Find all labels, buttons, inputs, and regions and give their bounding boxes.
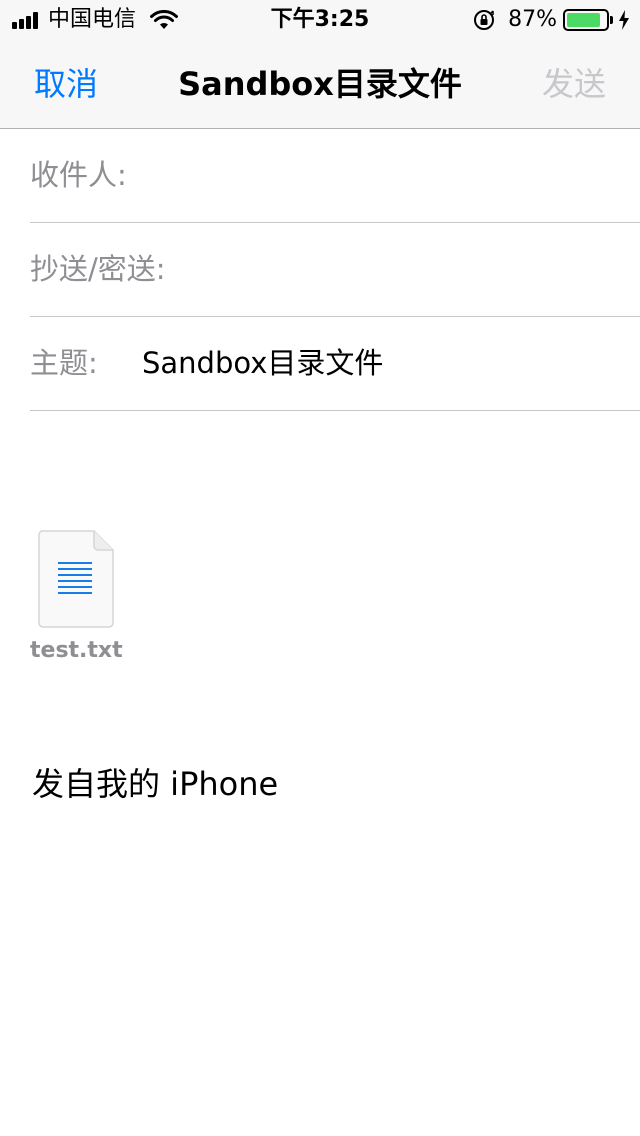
attachment[interactable]: test.txt bbox=[30, 528, 130, 668]
to-label: 收件人: bbox=[30, 158, 127, 192]
email-signature[interactable]: 发自我的 iPhone bbox=[32, 762, 278, 806]
cc-bcc-label: 抄送/密送: bbox=[30, 252, 166, 286]
subject-label: 主题: bbox=[30, 346, 98, 380]
send-button[interactable]: 发送 bbox=[542, 64, 606, 104]
cc-bcc-field[interactable]: 抄送/密送: bbox=[30, 223, 640, 317]
status-right: 87% bbox=[472, 7, 630, 33]
battery-percent: 87% bbox=[508, 7, 557, 32]
attachment-filename: test.txt bbox=[30, 638, 123, 663]
battery-nub bbox=[610, 16, 613, 24]
text-document-icon bbox=[38, 530, 114, 628]
battery-fill bbox=[567, 13, 601, 27]
subject-input[interactable]: Sandbox目录文件 bbox=[142, 341, 383, 385]
compose-nav-bar: 取消 Sandbox目录文件 发送 bbox=[0, 40, 640, 129]
charging-bolt-icon bbox=[619, 10, 629, 30]
status-bar: 中国电信 下午3:25 87% bbox=[0, 0, 640, 40]
orientation-lock-icon bbox=[474, 10, 495, 30]
battery-icon bbox=[563, 9, 609, 31]
to-field[interactable]: 收件人: bbox=[30, 129, 640, 223]
subject-field[interactable]: 主题: Sandbox目录文件 bbox=[30, 317, 640, 411]
